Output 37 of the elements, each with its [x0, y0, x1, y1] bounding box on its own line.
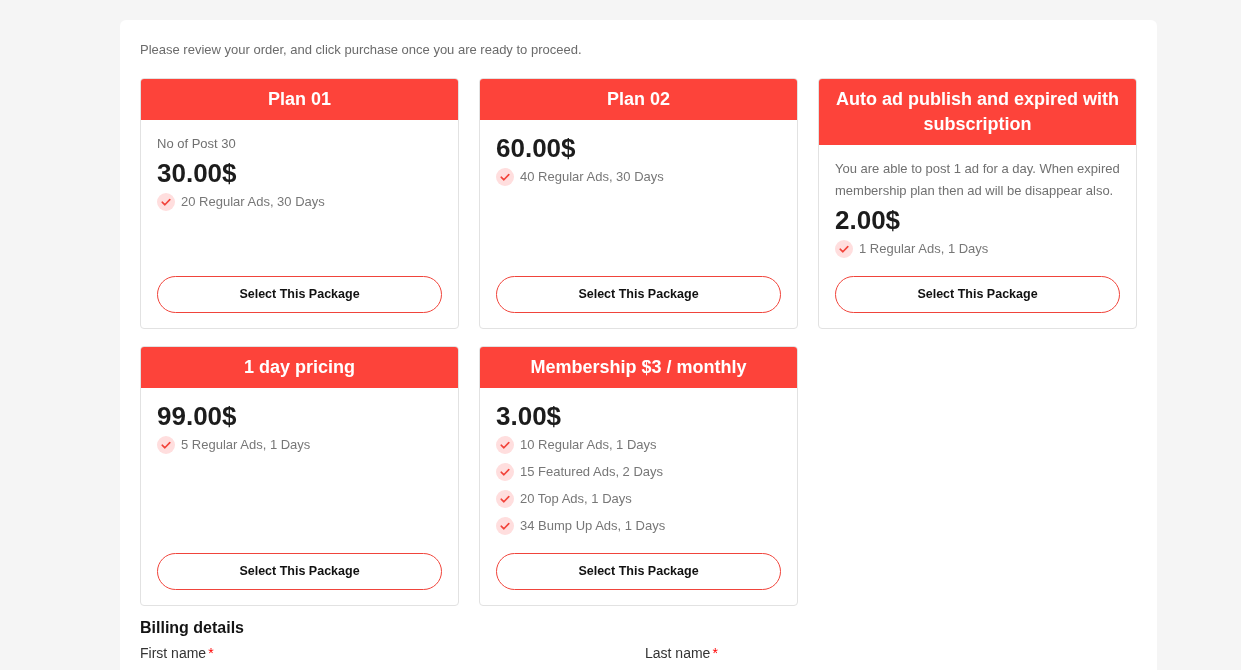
plan-title: Membership $3 / monthly: [530, 357, 747, 377]
select-package-button[interactable]: Select This Package: [157, 553, 442, 590]
plan-title: 1 day pricing: [243, 357, 355, 377]
plan-title: Plan 01: [267, 89, 331, 109]
select-package-button[interactable]: Select This Package: [496, 553, 781, 590]
plan-price: 2.00$: [835, 205, 901, 235]
field-label: Last name*: [645, 645, 718, 662]
check-icon: [496, 517, 514, 535]
check-icon: [157, 193, 175, 211]
feature-text: 5 Regular Ads, 1 Days: [181, 436, 311, 454]
feature-text: 15 Featured Ads, 2 Days: [520, 463, 664, 481]
feature-text: 20 Regular Ads, 30 Days: [181, 193, 325, 211]
check-icon: [835, 240, 853, 258]
feature-text: 10 Regular Ads, 1 Days: [520, 436, 657, 454]
select-package-button[interactable]: Select This Package: [835, 276, 1120, 313]
feature-text: 40 Regular Ads, 30 Days: [520, 168, 664, 186]
check-icon: [157, 436, 175, 454]
plan-price: 30.00$: [157, 158, 237, 188]
plan-title: Plan 02: [606, 89, 670, 109]
check-icon: [496, 463, 514, 481]
intro-text: Please review your order, and click purchase once you are ready to proceed.: [140, 41, 582, 59]
section-heading: Billing details: [140, 618, 244, 638]
plan-price: 60.00$: [496, 133, 576, 163]
select-package-button[interactable]: Select This Package: [496, 276, 781, 313]
plan-title: Auto ad publish and expired with subscription: [836, 89, 1119, 134]
feature-text: 20 Top Ads, 1 Days: [520, 490, 632, 508]
field-label: First name*: [140, 645, 214, 662]
check-icon: [496, 490, 514, 508]
plan-price: 3.00$: [496, 401, 562, 431]
plan-description: You are able to post 1 ad for a day. When expired membership plan then ad will be disappear also.: [835, 160, 1120, 200]
select-package-button[interactable]: Select This Package: [157, 276, 442, 313]
check-icon: [496, 168, 514, 186]
plan-description: No of Post 30: [157, 135, 236, 153]
check-icon: [496, 436, 514, 454]
feature-text: 34 Bump Up Ads, 1 Days: [520, 517, 666, 535]
plan-price: 99.00$: [157, 401, 237, 431]
feature-text: 1 Regular Ads, 1 Days: [859, 240, 989, 258]
